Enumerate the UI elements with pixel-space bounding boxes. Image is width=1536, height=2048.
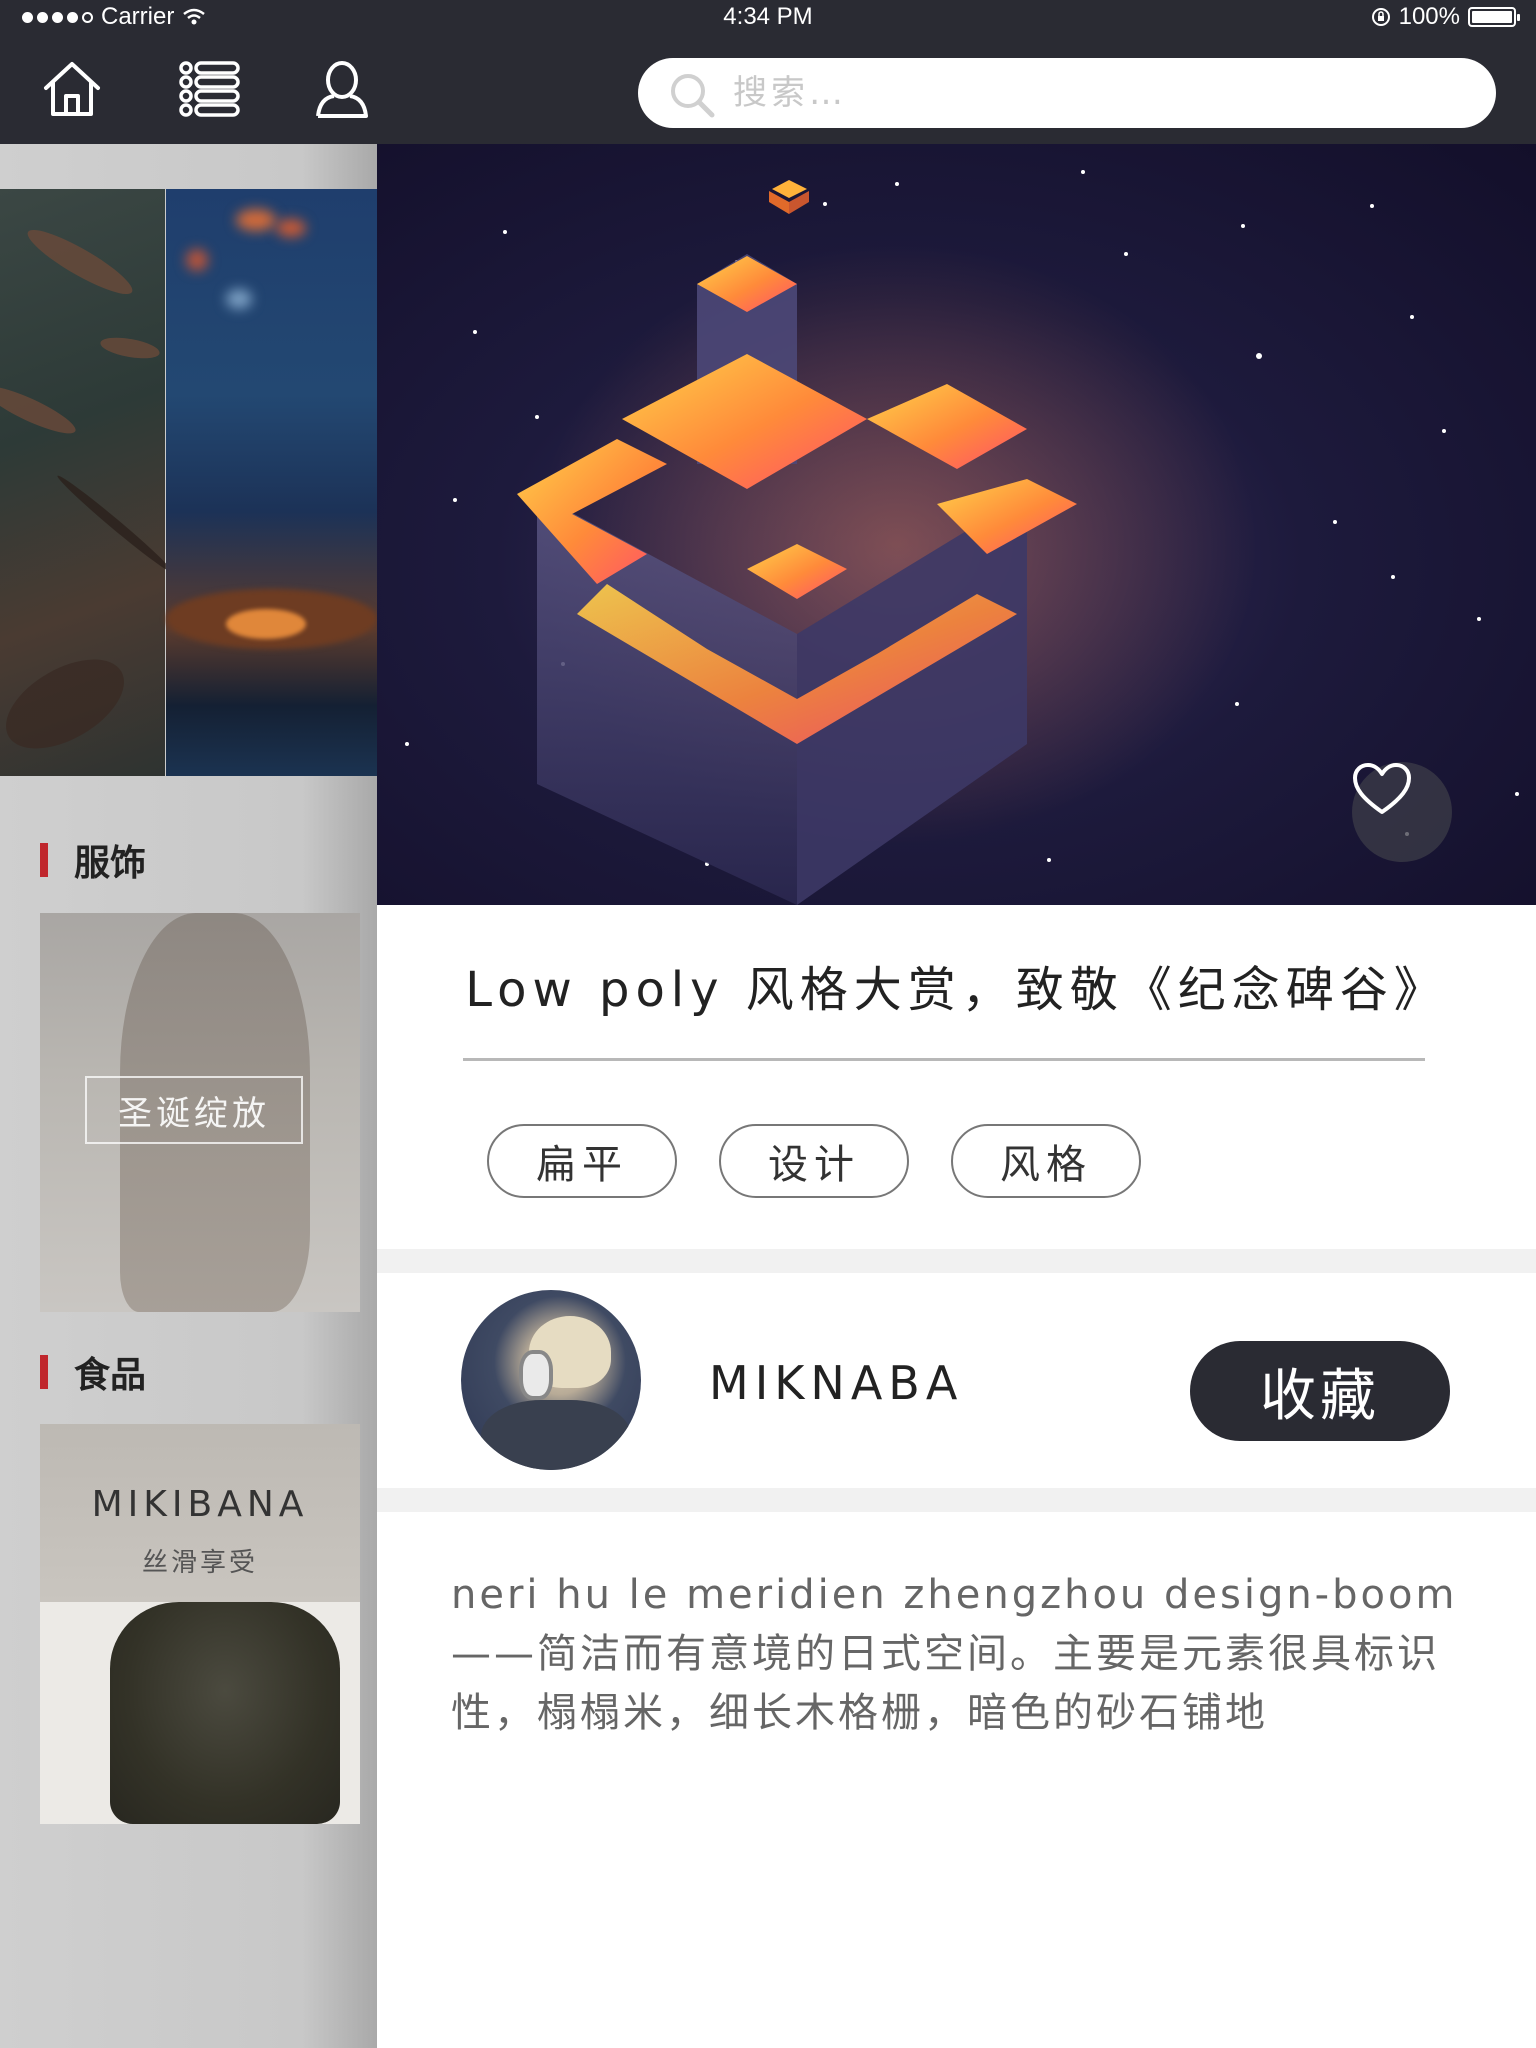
section-separator	[377, 1488, 1536, 1512]
top-bar: Carrier 4:34 PM 100%	[0, 0, 1536, 144]
battery-icon	[1468, 7, 1520, 27]
clock: 4:34 PM	[723, 3, 813, 30]
headphones-icon	[519, 1350, 553, 1400]
user-icon[interactable]	[310, 58, 374, 120]
battery-status: 100%	[1371, 3, 1520, 31]
section-title-food: 食品	[40, 1352, 146, 1396]
card-tag: 圣诞绽放	[85, 1076, 303, 1144]
battery-percent: 100%	[1398, 3, 1460, 30]
food-card[interactable]: MIKIBANA 丝滑享受	[40, 1424, 360, 1824]
tag-chip[interactable]: 设计	[719, 1124, 909, 1198]
sidebar: 服饰 圣诞绽放 食品 MIKIBANA 丝滑享受	[0, 144, 377, 2048]
rotation-lock-icon	[1371, 8, 1390, 26]
tag-chip[interactable]: 风格	[951, 1124, 1141, 1198]
section-title-clothing: 服饰	[40, 840, 146, 884]
card-subtitle: 丝滑享受	[141, 1548, 258, 1578]
section-label: 服饰	[74, 843, 147, 884]
section-label: 食品	[74, 1355, 147, 1396]
section-marker	[40, 1355, 48, 1389]
card-brand: MIKIBANA	[91, 1484, 309, 1525]
heart-icon	[1353, 763, 1411, 814]
search-input[interactable]	[733, 66, 1433, 120]
author-name[interactable]: MIKNABA	[709, 1356, 963, 1410]
tag-list: 扁平 设计 风格	[487, 1124, 1141, 1198]
article-description: neri hu le meridien zhengzhou design-boo…	[451, 1572, 1458, 1736]
clothing-card[interactable]: 圣诞绽放	[40, 913, 360, 1312]
banner-image-city[interactable]	[166, 189, 377, 776]
search-bar[interactable]	[638, 58, 1496, 128]
tag-chip[interactable]: 扁平	[487, 1124, 677, 1198]
title-divider	[463, 1058, 1425, 1061]
article-title: Low poly 风格大赏，致敬《纪念碑谷》	[465, 962, 1448, 1018]
status-bar: Carrier 4:34 PM 100%	[0, 0, 1536, 34]
avatar[interactable]	[461, 1290, 641, 1470]
search-icon	[671, 74, 715, 118]
hero-image[interactable]	[377, 144, 1536, 905]
section-marker	[40, 843, 48, 877]
author-row: MIKNABA 收藏	[377, 1274, 1536, 1488]
collect-button[interactable]: 收藏	[1190, 1341, 1450, 1441]
list-icon[interactable]	[178, 58, 242, 120]
banner-image-plants[interactable]	[0, 189, 176, 776]
product-image	[110, 1602, 340, 1824]
like-button[interactable]	[1352, 762, 1452, 862]
home-icon[interactable]	[40, 58, 104, 120]
section-separator	[377, 1249, 1536, 1273]
